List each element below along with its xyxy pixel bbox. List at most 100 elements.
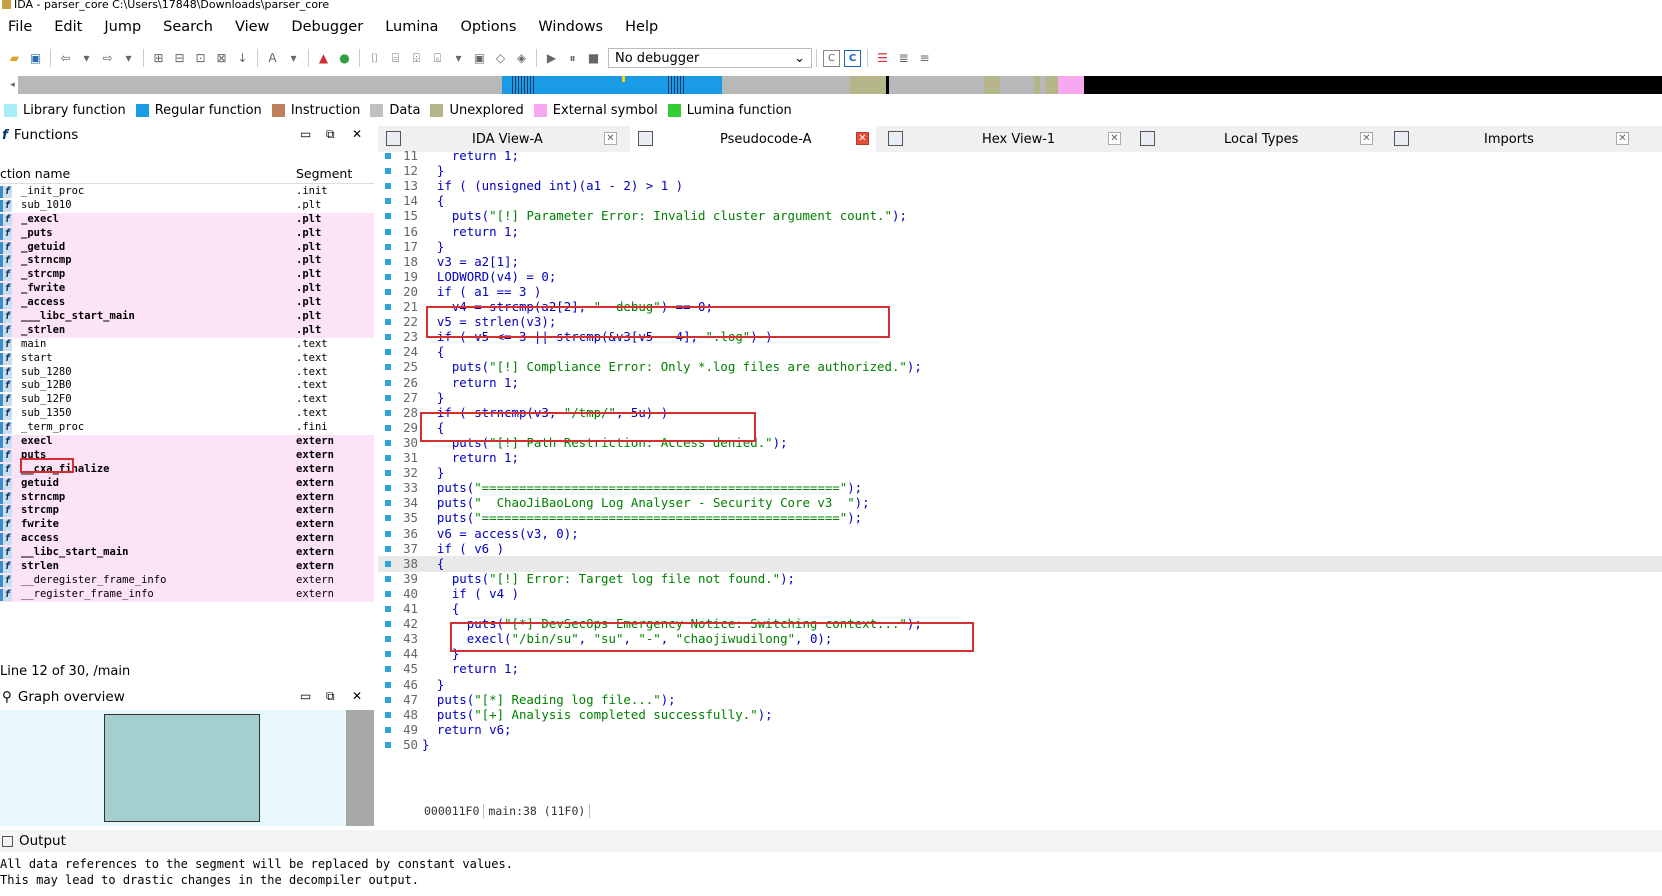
close-icon[interactable]: ✕ xyxy=(604,132,617,145)
code-line[interactable]: 41 { xyxy=(378,601,1662,617)
breakpoint-marker-icon[interactable] xyxy=(385,424,391,431)
breakpoint-marker-icon[interactable] xyxy=(385,288,391,295)
breakpoint-marker-icon[interactable] xyxy=(385,545,391,552)
function-row[interactable]: f _fwrite .plt xyxy=(0,282,374,297)
indent-icon[interactable]: ≣ xyxy=(895,50,912,67)
code-line[interactable]: 46 } xyxy=(378,677,1662,693)
dropdown-arrow-icon[interactable]: ▾ xyxy=(120,50,137,67)
dropdown-arrow-icon[interactable]: ▾ xyxy=(285,50,302,67)
code-line[interactable]: 38 { xyxy=(378,555,1662,572)
breakpoint-marker-icon[interactable] xyxy=(385,168,391,175)
forward-arrow-icon[interactable]: ⇨ xyxy=(99,50,116,67)
breakpoint-marker-icon[interactable] xyxy=(385,696,391,703)
breakpoint-marker-icon[interactable] xyxy=(385,394,391,401)
back-arrow-icon[interactable]: ⇦ xyxy=(57,50,74,67)
save-icon[interactable]: ▣ xyxy=(27,50,44,67)
code-line[interactable]: 33 puts("===============================… xyxy=(378,480,1662,496)
function-row[interactable]: f sub_1280 .text xyxy=(0,366,374,380)
breakpoint-marker-icon[interactable] xyxy=(385,741,391,748)
menu-jump[interactable]: Jump xyxy=(96,19,155,35)
dropdown-arrow-icon[interactable]: ▾ xyxy=(450,50,467,67)
function-row[interactable]: f strcmp extern xyxy=(0,504,374,519)
code-line[interactable]: 32 } xyxy=(378,465,1662,481)
code-line[interactable]: 47 puts("[*] Reading log file..."); xyxy=(378,692,1662,708)
breakpoint-marker-icon[interactable] xyxy=(385,243,391,250)
breakpoint-marker-icon[interactable] xyxy=(385,636,391,643)
data-icon[interactable]: ⌸ xyxy=(387,50,404,67)
breakpoint-marker-icon[interactable] xyxy=(385,590,391,597)
function-row[interactable]: f sub_12B0 .text xyxy=(0,379,374,393)
function-row[interactable]: f _execl .plt xyxy=(0,212,374,227)
code-line[interactable]: 25 puts("[!] Compliance Error: Only *.lo… xyxy=(378,359,1662,375)
function-row[interactable]: f start .text xyxy=(0,352,374,366)
dropdown-arrow-icon[interactable]: ▾ xyxy=(78,50,95,67)
code-line[interactable]: 37 if ( v6 ) xyxy=(378,541,1662,557)
breakpoint-marker-icon[interactable] xyxy=(385,379,391,386)
code-line[interactable]: 12 } xyxy=(378,163,1662,179)
function-row[interactable]: f execl extern xyxy=(0,435,374,449)
navigation-strip[interactable] xyxy=(18,76,1662,94)
c-file-icon[interactable]: C xyxy=(823,49,840,67)
pause-icon[interactable]: ⏸ xyxy=(564,50,581,67)
breakpoint-marker-icon[interactable] xyxy=(385,183,391,190)
breakpoint-marker-icon[interactable] xyxy=(385,304,391,310)
code-line[interactable]: 39 puts("[!] Error: Target log file not … xyxy=(378,571,1662,587)
list-icon[interactable]: ☰ xyxy=(874,50,891,67)
code-line[interactable]: 13 if ( (unsigned int)(a1 - 2) > 1 ) xyxy=(378,178,1662,194)
undefine-icon[interactable]: ◇ xyxy=(492,50,509,67)
maximize-icon[interactable]: ▭ xyxy=(300,689,311,703)
breakpoint-marker-icon[interactable] xyxy=(385,515,391,522)
menu-edit[interactable]: Edit xyxy=(46,19,96,35)
function-row[interactable]: f _strlen .plt xyxy=(0,323,374,338)
menu-file[interactable]: File xyxy=(0,19,46,35)
navigation-band[interactable]: ◂ xyxy=(0,74,1662,96)
function-row[interactable]: f __libc_start_main extern xyxy=(0,546,374,561)
close-icon[interactable]: ✕ xyxy=(352,127,362,141)
code-line[interactable]: 16 return 1; xyxy=(378,224,1662,240)
menu-search[interactable]: Search xyxy=(155,19,227,35)
hide-icon[interactable]: ◈ xyxy=(513,50,530,67)
function-row[interactable]: f main .text xyxy=(0,338,374,352)
graph-viewport[interactable] xyxy=(104,714,260,822)
menu-lumina[interactable]: Lumina xyxy=(377,19,452,35)
jump-icon[interactable]: ↓ xyxy=(234,50,251,67)
function-row[interactable]: f __register_frame_info extern xyxy=(0,587,374,602)
stop-icon[interactable]: ■ xyxy=(585,50,602,67)
array-icon[interactable]: ⌺ xyxy=(429,50,446,67)
breakpoint-marker-icon[interactable] xyxy=(385,575,391,582)
code-line[interactable]: 35 puts("===============================… xyxy=(378,510,1662,526)
breakpoint-marker-icon[interactable] xyxy=(385,153,391,159)
graph-color-icon[interactable]: ▲ xyxy=(315,50,332,67)
float-icon[interactable]: ⧉ xyxy=(326,127,335,142)
code-icon[interactable]: ⌷ xyxy=(366,50,383,67)
breakpoint-marker-icon[interactable] xyxy=(385,409,391,416)
decompile-icon[interactable]: C xyxy=(844,49,861,67)
search-binary-icon[interactable]: ⊞ xyxy=(150,50,167,67)
function-row[interactable]: f _access .plt xyxy=(0,296,374,311)
outdent-icon[interactable]: ≡ xyxy=(916,50,933,67)
code-line[interactable]: 24 { xyxy=(378,344,1662,360)
breakpoint-marker-icon[interactable] xyxy=(385,681,391,688)
column-function-name[interactable]: ction name xyxy=(0,166,70,181)
function-row[interactable]: f sub_1350 .text xyxy=(0,407,374,421)
breakpoint-marker-icon[interactable] xyxy=(385,349,391,356)
breakpoint-marker-icon[interactable] xyxy=(385,439,391,446)
breakpoint-marker-icon[interactable] xyxy=(385,198,391,205)
code-line[interactable]: 14 { xyxy=(378,193,1662,209)
function-row[interactable]: f _init_proc .init xyxy=(0,185,374,199)
close-icon[interactable]: ✕ xyxy=(1360,132,1373,145)
breakpoint-marker-icon[interactable] xyxy=(385,364,391,371)
open-folder-icon[interactable]: ▰ xyxy=(6,50,23,67)
breakpoint-marker-icon[interactable] xyxy=(385,273,391,280)
pseudocode-view[interactable]: 11 return 1; 12 } 13 if ( (unsigned int)(a… xyxy=(378,148,1662,818)
menu-options[interactable]: Options xyxy=(452,19,530,35)
breakpoint-marker-icon[interactable] xyxy=(385,455,391,461)
function-row[interactable]: f sub_12F0 .text xyxy=(0,393,374,407)
code-line[interactable]: 48 puts("[+] Analysis completed successf… xyxy=(378,707,1662,723)
code-line[interactable]: 34 puts(" ChaoJiBaoLong Log Analyser - S… xyxy=(378,495,1662,511)
breakpoint-marker-icon[interactable] xyxy=(385,334,391,341)
code-line[interactable]: 31 return 1; xyxy=(378,450,1662,466)
code-line[interactable]: 20 if ( a1 == 3 ) xyxy=(378,284,1662,300)
breakpoint-marker-icon[interactable] xyxy=(385,621,391,628)
breakpoint-marker-icon[interactable] xyxy=(385,666,391,673)
